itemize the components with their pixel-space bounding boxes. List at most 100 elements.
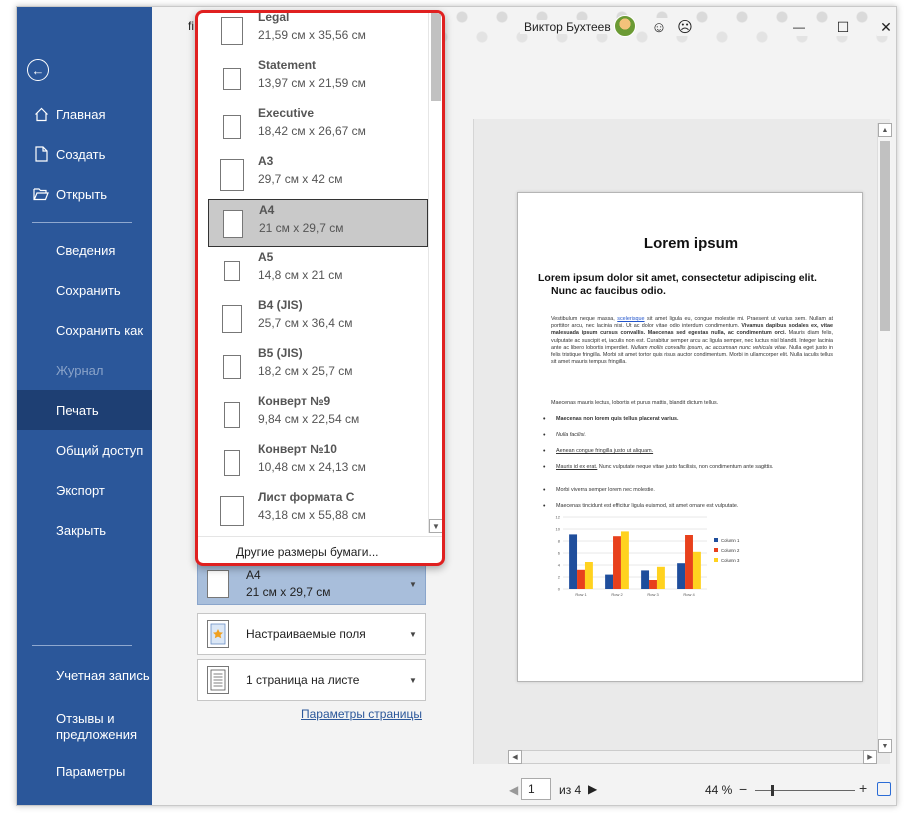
sidebar-item-label: Главная [56,106,106,122]
page-icon [207,570,229,598]
sidebar-item-share[interactable]: Общий доступ [17,430,152,470]
bullet-link: Mauris id ex erat. [556,464,598,470]
paper-size-option[interactable]: Конверт №9 9,84 см x 22,54 см [208,391,428,439]
page-subheading: Lorem ipsum dolor sit amet, consectetur … [538,272,838,298]
paper-size-dimensions: 21 см x 29,7 см [246,585,331,599]
sidebar-item-account[interactable]: Учетная запись [17,655,152,695]
paper-icon [223,210,243,238]
sidebar-item-export[interactable]: Экспорт [17,470,152,510]
sidebar-item-info[interactable]: Сведения [17,230,152,270]
paper-size-dimensions: 43,18 см x 55,88 см [258,508,366,522]
paper-size-name: A4 [246,568,261,582]
chevron-down-icon[interactable]: ▼ [407,676,419,685]
para-italic: Nullam mollis convallis ipsum, ac accums… [630,344,788,351]
paper-size-option[interactable]: A5 14,8 см x 21 см [208,247,428,295]
paper-size-list: Legal 21,59 см x 35,56 см Statement 13,97 с… [198,13,428,533]
scroll-left-icon[interactable]: ◀ [508,750,522,764]
paper-size-name: A4 [259,203,275,217]
close-icon[interactable]: ✕ [877,18,895,36]
margins-setting[interactable]: Настраиваемые поля ▼ [197,613,426,655]
page-number-input[interactable]: 1 [521,778,551,800]
back-arrow-icon[interactable]: ← [27,59,49,81]
paper-size-setting[interactable]: A4 21 см x 29,7 см ▼ [197,563,426,605]
document-title: fi [188,19,194,33]
zoom-out-icon[interactable]: − [739,781,747,797]
sidebar-item-label: Общий доступ [56,442,144,458]
zoom-in-icon[interactable]: + [859,780,867,796]
paper-size-option[interactable]: A4 21 см x 29,7 см [208,199,428,247]
zoom-slider-thumb[interactable] [771,785,774,796]
scrollbar-thumb[interactable] [431,13,441,101]
maximize-icon[interactable]: ☐ [834,18,852,36]
sidebar-item-label: Отзывы и предложения [56,711,138,742]
scrollbar-thumb[interactable] [880,141,890,331]
chart-bar [692,551,701,589]
chart-bar [613,536,621,589]
chevron-down-icon[interactable]: ▼ [407,580,419,589]
chart-bar [577,569,585,589]
zoom-to-page-icon[interactable] [877,782,891,796]
chart-bar [641,570,650,589]
paper-size-option[interactable]: Legal 21,59 см x 35,56 см [208,13,428,55]
sidebar-item-history: Журнал [17,350,152,390]
user-name[interactable]: Виктор Бухтеев [520,20,615,34]
preview-vertical-scrollbar[interactable]: ▲ ▼ [877,123,892,753]
sidebar-item-save[interactable]: Сохранить [17,270,152,310]
zoom-slider[interactable] [755,790,855,791]
bar-chart: 0 2 4 6 8 10 12 Row 1 Row 2 Row 3 Row 4 Column 1 Col… [556,515,740,598]
sidebar-item-options[interactable]: Параметры [17,751,152,791]
paper-size-dimensions: 10,48 см x 24,13 см [258,460,366,474]
print-preview: Lorem ipsum Lorem ipsum dolor sit amet, … [473,119,890,764]
page-paragraph: Vestibulum neque massa, scelerisque sit … [551,316,833,366]
page-setup-link[interactable]: Параметры страницы [301,707,422,721]
chart-y-tick-label: 12 [556,515,561,520]
margins-label: Настраиваемые поля [246,626,366,641]
avatar[interactable] [614,15,636,37]
preview-horizontal-scrollbar[interactable]: ◀ ▶ [508,750,877,764]
scroll-down-icon[interactable]: ▼ [429,519,442,533]
smile-icon[interactable]: ☺ [650,18,668,36]
scroll-up-icon[interactable]: ▲ [878,123,892,137]
preview-page: Lorem ipsum Lorem ipsum dolor sit amet, … [517,192,863,682]
dropdown-scrollbar[interactable]: ▼ [428,13,442,533]
paper-size-name: Executive [258,106,315,120]
sidebar-item-save-as[interactable]: Сохранить как [17,310,152,350]
sidebar-item-new[interactable]: Создать [17,134,152,174]
para-link: scelerisque [617,316,645,322]
next-page-icon[interactable]: ▶ [588,782,597,796]
chart-y-tick-label: 10 [556,527,561,532]
scroll-down-icon[interactable]: ▼ [878,739,892,753]
paper-size-dimensions: 14,8 см x 21 см [258,268,343,282]
paper-size-dimensions: 9,84 см x 22,54 см [258,412,360,426]
zoom-level[interactable]: 44 % [705,783,732,797]
paper-icon [223,115,241,139]
sidebar-item-open[interactable]: Открыть [17,174,152,214]
sidebar-item-feedback[interactable]: Отзывы и предложения [17,703,137,751]
more-paper-sizes-item[interactable]: Другие размеры бумаги... [198,536,442,563]
frown-icon[interactable]: ☹ [676,18,694,36]
paper-size-dimensions: 29,7 см x 42 см [258,172,343,186]
chart-x-tick-label: Row 1 [575,592,587,597]
paper-size-option[interactable]: Executive 18,42 см x 26,67 см [208,103,428,151]
bullet-item: Morbi viverra semper lorem nec molestie. [543,487,831,494]
paper-size-option[interactable]: A3 29,7 см x 42 см [208,151,428,199]
paper-size-option[interactable]: Statement 13,97 см x 21,59 см [208,55,428,103]
paper-size-option[interactable]: Конверт №10 10,48 см x 24,13 см [208,439,428,487]
pages-per-sheet-setting[interactable]: 1 страница на листе ▼ [197,659,426,701]
sidebar-item-print[interactable]: Печать [17,390,152,430]
paper-size-option[interactable]: Лист формата C 43,18 см x 55,88 см [208,487,428,533]
chart-x-tick-label: Row 4 [683,592,695,597]
minimize-icon[interactable]: — [790,18,808,36]
sidebar-item-home[interactable]: Главная [17,94,152,134]
chevron-down-icon[interactable]: ▼ [407,630,419,639]
chart-legend-label: Column 1 [721,538,740,543]
paper-icon [223,68,241,90]
paper-size-option[interactable]: B5 (JIS) 18,2 см x 25,7 см [208,343,428,391]
paper-size-option[interactable]: B4 (JIS) 25,7 см x 36,4 см [208,295,428,343]
chart-bar [605,574,614,589]
paper-icon [222,305,242,333]
paper-size-dimensions: 13,97 см x 21,59 см [258,76,366,90]
sidebar-item-close[interactable]: Закрыть [17,510,152,550]
scroll-right-icon[interactable]: ▶ [863,750,877,764]
previous-page-icon[interactable]: ◀ [509,783,518,797]
